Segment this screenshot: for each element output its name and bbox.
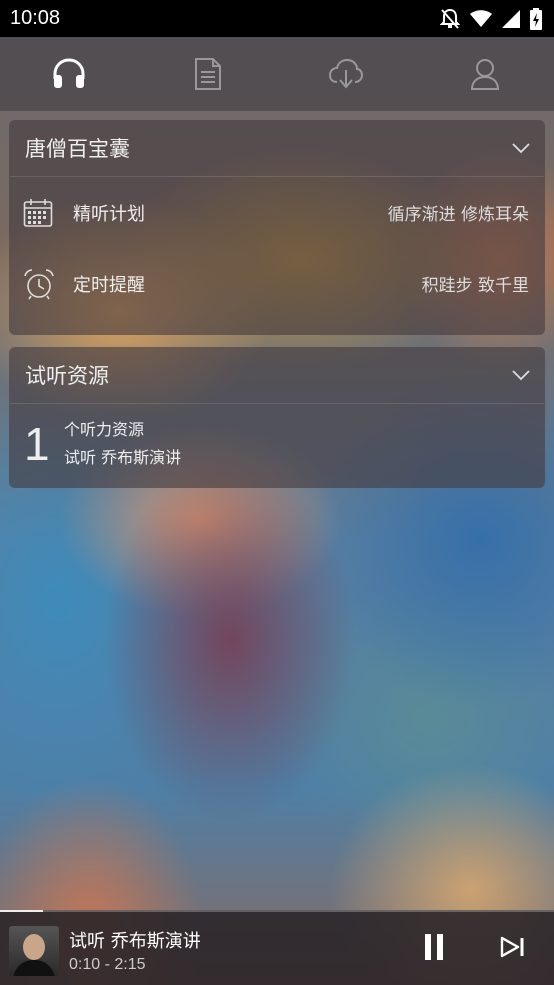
battery-charging-icon bbox=[530, 7, 542, 30]
chevron-down-icon bbox=[512, 370, 530, 381]
pause-icon bbox=[425, 934, 443, 960]
resource-count: 1 bbox=[24, 418, 50, 470]
listening-plan-value: 循序渐进 修炼耳朵 bbox=[387, 205, 529, 225]
resource-count-label: 个听力资源 bbox=[64, 420, 145, 439]
calendar-icon bbox=[23, 197, 55, 229]
mini-player[interactable]: 试听 乔布斯演讲 0:10 - 2:15 bbox=[0, 910, 554, 985]
skip-next-icon bbox=[500, 936, 524, 958]
cloud-download-icon bbox=[329, 58, 364, 89]
alarm-clock-icon bbox=[23, 268, 55, 300]
tab-bar bbox=[0, 37, 554, 111]
document-icon bbox=[194, 58, 221, 90]
now-playing-time: 0:10 - 2:15 bbox=[69, 956, 146, 973]
headphones-icon bbox=[53, 58, 85, 88]
chevron-down-icon bbox=[512, 143, 530, 154]
resources-title: 试听资源 bbox=[25, 364, 109, 388]
status-bar: 10:08 bbox=[0, 0, 554, 37]
tab-profile[interactable] bbox=[445, 37, 525, 111]
playback-progress-fill bbox=[0, 910, 43, 912]
resources-card: 试听资源 1 个听力资源 试听 乔布斯演讲 bbox=[9, 347, 545, 488]
user-icon bbox=[470, 59, 499, 90]
resource-item-title: 试听 乔布斯演讲 bbox=[64, 448, 182, 467]
toolbox-header[interactable]: 唐僧百宝囊 bbox=[10, 120, 544, 177]
toolbox-title: 唐僧百宝囊 bbox=[25, 137, 130, 161]
pause-button[interactable] bbox=[419, 932, 449, 962]
resource-item[interactable]: 1 个听力资源 试听 乔布斯演讲 bbox=[9, 404, 545, 484]
track-artwork bbox=[9, 926, 59, 976]
resource-text: 个听力资源 试听 乔布斯演讲 bbox=[64, 416, 181, 472]
status-icons bbox=[440, 7, 542, 30]
listening-plan-row[interactable]: 精听计划 循序渐进 修炼耳朵 bbox=[9, 177, 545, 248]
notifications-off-icon bbox=[440, 8, 460, 29]
wifi-icon bbox=[470, 9, 492, 27]
reminder-value: 积跬步 致千里 bbox=[421, 276, 529, 296]
toolbox-card: 唐僧百宝囊 精听计划 循序渐进 修炼耳朵 定时提醒 积跬步 致千里 bbox=[9, 120, 545, 335]
status-time: 10:08 bbox=[10, 7, 61, 29]
tab-listen[interactable] bbox=[29, 37, 109, 111]
resources-header[interactable]: 试听资源 bbox=[10, 347, 544, 404]
listening-plan-label: 精听计划 bbox=[73, 203, 145, 225]
signal-icon bbox=[502, 9, 520, 28]
tab-documents[interactable] bbox=[168, 37, 248, 111]
playback-progress-bar[interactable] bbox=[0, 910, 554, 912]
tab-download[interactable] bbox=[306, 37, 386, 111]
reminder-row[interactable]: 定时提醒 积跬步 致千里 bbox=[9, 248, 545, 319]
next-track-button[interactable] bbox=[498, 932, 528, 962]
now-playing-title: 试听 乔布斯演讲 bbox=[69, 931, 201, 952]
reminder-label: 定时提醒 bbox=[73, 274, 145, 296]
